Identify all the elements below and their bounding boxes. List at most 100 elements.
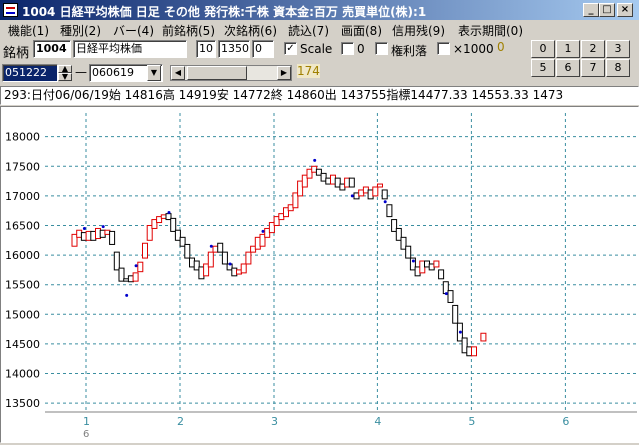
indicator-dot — [134, 264, 138, 268]
candle — [471, 346, 477, 357]
scroll-thumb[interactable] — [187, 66, 247, 80]
candle — [447, 290, 454, 303]
minimize-button[interactable]: _ — [583, 3, 599, 17]
x-tick-label: 6 — [562, 415, 569, 428]
candle — [217, 242, 224, 253]
x1000-checkbox[interactable] — [437, 42, 450, 55]
window-title: 1004 日経平均株価 日足 その他 発行株:千株 資本金:百万 売買単位(株)… — [22, 5, 427, 19]
candle — [137, 261, 144, 273]
zero-label: 0 — [357, 42, 365, 56]
field-a-input[interactable]: 10 — [196, 40, 216, 58]
candle — [377, 183, 383, 188]
toolbar-bottom: 051222 ▲ ▼ — 060619 ▼ ◀ ▶ 174 5 6 7 8 — [0, 59, 639, 85]
candle — [221, 251, 228, 265]
indicator-dot — [313, 158, 317, 162]
indicator-dot — [411, 259, 415, 263]
y-tick-label: 15000 — [5, 308, 40, 321]
num-button-8[interactable]: 8 — [606, 59, 630, 77]
num-button-5[interactable]: 5 — [531, 59, 555, 77]
menu-function[interactable]: 機能(1) — [8, 22, 49, 39]
num-button-6[interactable]: 6 — [556, 59, 580, 77]
indicator-dot — [167, 210, 171, 214]
menu-prev-stock[interactable]: 前銘柄(5) — [162, 22, 215, 39]
rights-label: 権利落 — [391, 44, 428, 58]
scroll-left-button[interactable]: ◀ — [171, 66, 185, 80]
scale-checkbox[interactable]: ✓ — [284, 42, 297, 55]
candle — [433, 260, 440, 268]
scale-label: Scale — [300, 42, 333, 56]
y-tick-label: 16500 — [5, 219, 40, 232]
indicator-dot — [209, 244, 213, 248]
menu-margin[interactable]: 信用残(9) — [392, 22, 445, 39]
stock-name-input[interactable]: 日経平均株価 — [73, 40, 187, 58]
num-button-1[interactable]: 1 — [556, 40, 580, 58]
y-tick-label: 16000 — [5, 249, 40, 262]
scroll-right-button[interactable]: ▶ — [277, 66, 291, 80]
indicator-dot — [125, 293, 129, 297]
maximize-button[interactable]: □ — [599, 3, 615, 17]
candle — [405, 245, 412, 259]
candle — [386, 204, 393, 218]
num-button-2[interactable]: 2 — [581, 40, 605, 58]
candle — [480, 332, 487, 342]
y-tick-label: 15500 — [5, 279, 40, 292]
y-tick-label: 13500 — [5, 397, 40, 410]
spin-down-button[interactable]: ▼ — [58, 73, 72, 81]
period-count: 174 — [297, 64, 320, 78]
candle — [170, 217, 177, 232]
field-c-input[interactable]: 0 — [252, 40, 274, 58]
candle — [113, 251, 120, 271]
zero-checkbox[interactable] — [341, 42, 354, 55]
candle — [348, 177, 355, 188]
date-from-input[interactable]: 051222 — [2, 64, 58, 82]
menu-bar-type[interactable]: バー(4) — [113, 22, 154, 39]
close-button[interactable]: × — [617, 3, 633, 17]
num-button-7[interactable]: 7 — [581, 59, 605, 77]
indicator-dot — [228, 262, 232, 266]
date-separator: — — [75, 65, 87, 79]
indicator-dot — [101, 225, 105, 229]
toolbar-top: 銘柄 1004 日経平均株価 10 1350 0 ✓ Scale 0 権利落 ×… — [0, 39, 639, 61]
menu-next-stock[interactable]: 次銘柄(6) — [224, 22, 277, 39]
indicator-dot — [82, 226, 86, 230]
y-tick-label: 14000 — [5, 368, 40, 381]
num-button-0[interactable]: 0 — [531, 40, 555, 58]
candle — [184, 243, 191, 259]
field-b-input[interactable]: 1350 — [218, 40, 250, 58]
x-tick-label: 3 — [271, 415, 278, 428]
x1000-value: 0 — [497, 40, 505, 54]
y-tick-label: 14500 — [5, 338, 40, 351]
menu-load[interactable]: 読込(7) — [288, 22, 329, 39]
menu-period[interactable]: 表示期間(0) — [458, 22, 523, 39]
x-tick-label: 4 — [374, 415, 381, 428]
info-bar: 293:日付06/06/19始 14816高 14919安 14772終 148… — [0, 86, 639, 105]
stock-label: 銘柄 — [3, 46, 30, 61]
indicator-dot — [458, 330, 462, 334]
year-label: 6 — [83, 429, 89, 440]
candle — [142, 242, 148, 259]
x1000-label: ×1000 — [453, 42, 494, 56]
chart-svg: 13500 14000 14500 15000 15500 16000 16500 17000… — [5, 113, 637, 440]
candle — [372, 186, 379, 197]
period-scrollbar[interactable]: ◀ ▶ — [170, 65, 292, 81]
candle — [240, 263, 247, 274]
x-tick-label: 2 — [177, 415, 184, 428]
price-chart[interactable]: 13500 14000 14500 15000 15500 16000 16500 17000… — [0, 106, 639, 443]
indicator-dot — [350, 194, 354, 198]
candle — [438, 269, 445, 280]
menu-type[interactable]: 種別(2) — [60, 22, 101, 39]
indicator-dot — [383, 200, 387, 204]
x-tick-label: 1 — [83, 415, 90, 428]
rights-checkbox[interactable] — [375, 42, 388, 55]
menu-bar: 機能(1) 種別(2) バー(4) 前銘柄(5) 次銘柄(6) 読込(7) 画面… — [0, 20, 639, 38]
num-button-3[interactable]: 3 — [606, 40, 630, 58]
stock-code-input[interactable]: 1004 — [33, 40, 71, 58]
title-bar: 1004 日経平均株価 日足 その他 発行株:千株 資本金:百万 売買単位(株)… — [0, 0, 639, 20]
candle — [132, 272, 139, 282]
app-icon — [3, 3, 18, 17]
candle — [245, 251, 252, 265]
chevron-down-icon[interactable]: ▼ — [147, 65, 161, 81]
indicator-dot — [444, 292, 448, 296]
y-tick-label: 17000 — [5, 190, 40, 203]
menu-screen[interactable]: 画面(8) — [341, 22, 382, 39]
